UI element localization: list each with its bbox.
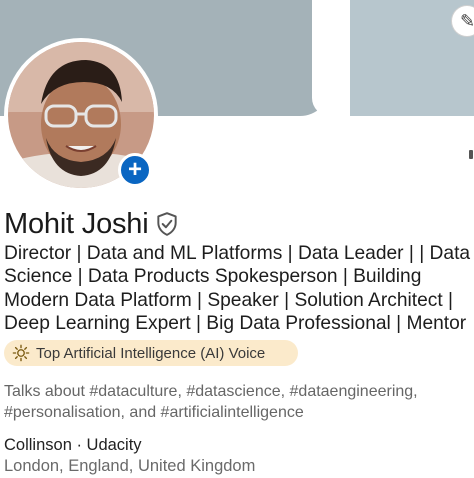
overflow-edge-mark [469, 150, 473, 159]
badge-label: Top Artificial Intelligence (AI) Voice [36, 344, 266, 362]
talks-about-line: Talks about #dataculture, #datascience, … [4, 383, 418, 400]
edit-banner-icon[interactable]: ✎ [452, 6, 474, 36]
plus-icon: + [127, 156, 142, 183]
profile-name-row: Mohit Joshi [4, 205, 180, 243]
headline-line: Deep Learning Expert | Big Data Professi… [4, 313, 467, 335]
banner-divider [312, 0, 350, 116]
verified-shield-icon[interactable] [154, 211, 180, 237]
profile-name: Mohit Joshi [4, 207, 149, 240]
talks-about-line: #personalisation, and #artificialintelli… [4, 404, 304, 421]
profile-location: London, England, United Kingdom [4, 457, 256, 475]
top-voice-badge[interactable]: Top Artificial Intelligence (AI) Voice [4, 340, 298, 366]
current-companies[interactable]: Collinson · Udacity [4, 436, 142, 455]
talks-about: Talks about #dataculture, #datascience, … [4, 381, 474, 423]
lightbulb-icon [12, 344, 30, 362]
add-photo-button[interactable]: + [118, 153, 152, 187]
headline-line: Science | Data Products Spokesperson | B… [4, 266, 422, 288]
headline-line: Modern Data Platform | Speaker | Solutio… [4, 289, 454, 311]
profile-headline: Director | Data and ML Platforms | Data … [4, 242, 474, 336]
headline-line: Director | Data and ML Platforms | Data … [4, 243, 471, 264]
